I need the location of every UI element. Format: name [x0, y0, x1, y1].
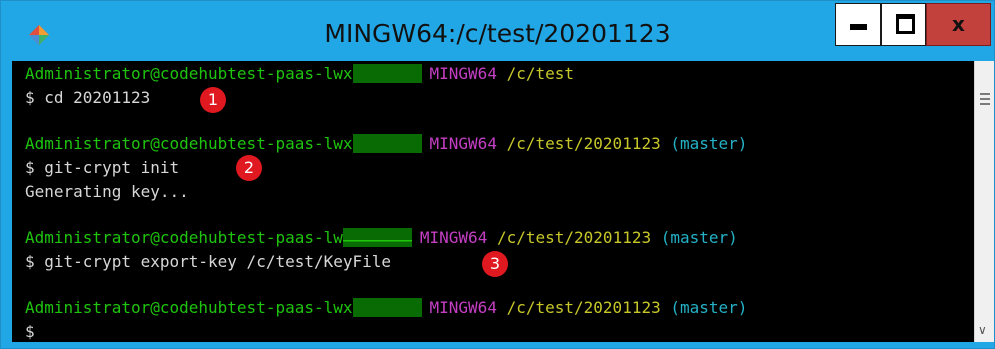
- redacted-block: [352, 298, 422, 317]
- step-marker: 2: [236, 155, 262, 181]
- prompt-line: Administrator@codehubtest-paas-lw MINGW64…: [25, 228, 738, 248]
- prompt-path: /c/test/20201123: [506, 134, 661, 153]
- maximize-icon: [896, 14, 915, 34]
- step-marker: 3: [482, 251, 508, 277]
- prompt-path: /c/test/20201123: [506, 298, 661, 317]
- title-bar[interactable]: MINGW64:/c/test/20201123 x: [1, 1, 994, 61]
- prompt-line: Administrator@codehubtest-paas-lwx MINGW6…: [25, 64, 574, 84]
- redacted-block: [352, 64, 422, 83]
- prompt-host: MINGW64: [419, 228, 488, 247]
- prompt-user: Administrator@codehubtest-paas-lwx: [25, 64, 353, 83]
- scroll-grip-icon[interactable]: [980, 93, 990, 108]
- chevron-down-icon[interactable]: ∨: [978, 323, 987, 337]
- prompt-path: /c/test: [506, 64, 575, 83]
- prompt-host: MINGW64: [429, 64, 497, 83]
- prompt-path: /c/test/20201123: [496, 228, 652, 247]
- minimize-icon: [850, 24, 867, 30]
- step-marker: 1: [200, 87, 226, 113]
- prompt-line: Administrator@codehubtest-paas-lwx MINGW6…: [25, 298, 747, 318]
- redacted-block: [342, 228, 412, 247]
- command-line: $: [25, 322, 35, 341]
- command-output: Generating key...: [25, 182, 189, 201]
- terminal-output[interactable]: Administrator@codehubtest-paas-lwx MINGW6…: [12, 61, 974, 342]
- vertical-scrollbar[interactable]: ∨: [974, 61, 994, 342]
- redacted-block: [352, 134, 422, 153]
- prompt-host: MINGW64: [429, 298, 497, 317]
- prompt-branch: (master): [670, 298, 748, 317]
- prompt-branch: (master): [660, 228, 738, 247]
- prompt-user: Administrator@codehubtest-paas-lwx: [25, 134, 353, 153]
- command-line: $ git-crypt export-key /c/test/KeyFile: [25, 252, 392, 271]
- prompt-line: Administrator@codehubtest-paas-lwx MINGW6…: [25, 134, 747, 154]
- prompt-user: Administrator@codehubtest-paas-lwx: [25, 298, 353, 317]
- prompt-user: Administrator@codehubtest-paas-lw: [25, 228, 343, 247]
- command-line: $ cd 20201123: [25, 88, 151, 107]
- prompt-branch: (master): [670, 134, 748, 153]
- maximize-button[interactable]: [881, 3, 926, 46]
- command-line: $ git-crypt init: [25, 158, 180, 177]
- prompt-host: MINGW64: [429, 134, 497, 153]
- minimize-button[interactable]: [835, 3, 881, 46]
- terminal-window: MINGW64:/c/test/20201123 x Administrator…: [0, 0, 995, 349]
- close-icon: x: [952, 12, 965, 36]
- window-frame-bottom: [1, 342, 994, 348]
- close-button[interactable]: x: [926, 3, 991, 46]
